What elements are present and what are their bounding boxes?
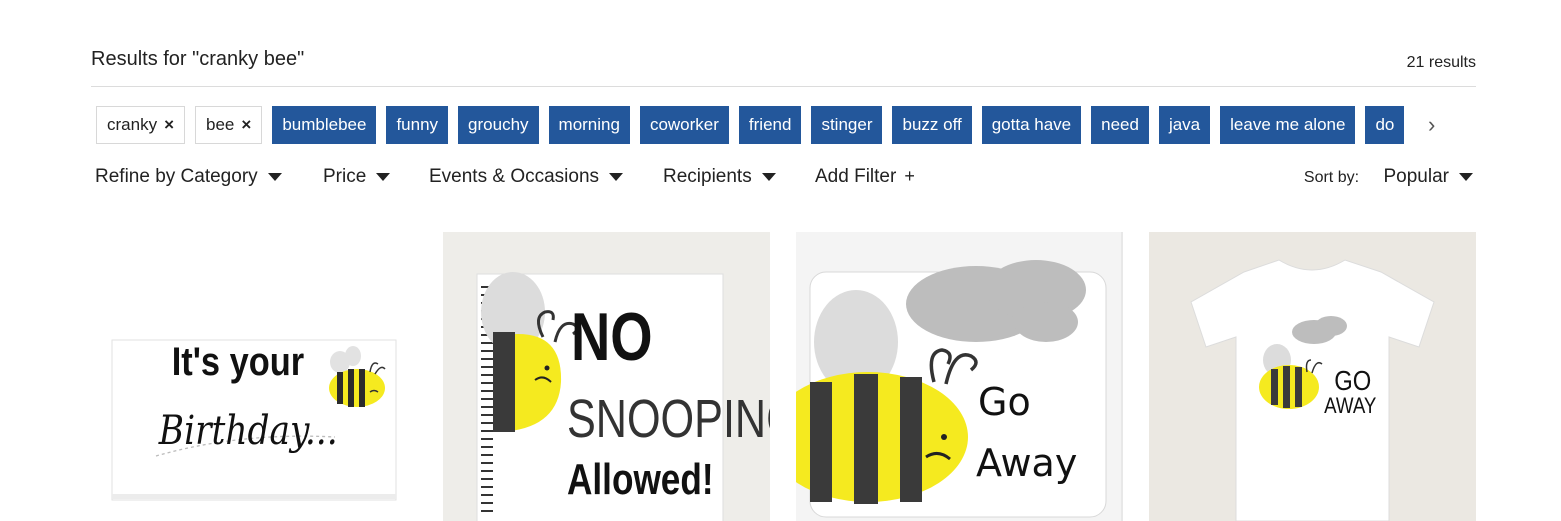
sort-control: Sort by: Popular: [1304, 166, 1473, 188]
product-image: NO SNOOPING Allowed!: [443, 232, 770, 521]
product-card-mousepad[interactable]: Go Away: [796, 232, 1123, 521]
sort-value: Popular: [1383, 166, 1450, 187]
caret-down-icon: [1459, 172, 1473, 181]
chevron-right-icon[interactable]: ›: [1428, 114, 1446, 136]
product-image: It's your Birthday...: [90, 232, 417, 521]
results-title: Results for "cranky bee": [91, 48, 305, 70]
product-image: Go Away: [796, 232, 1123, 521]
filter-label: Price: [323, 166, 367, 187]
results-header: Results for "cranky bee" 21 results: [91, 44, 1476, 87]
results-count: 21 results: [1406, 54, 1476, 71]
product-card-tshirt[interactable]: GO AWAY: [1149, 232, 1476, 521]
caret-down-icon: [376, 172, 391, 181]
price-filter-dropdown[interactable]: Price: [323, 166, 391, 188]
filter-label: Events & Occasions: [429, 166, 600, 187]
suggested-tag[interactable]: need: [1091, 106, 1149, 144]
product-card-notebook[interactable]: NO SNOOPING Allowed!: [443, 232, 770, 521]
suggested-tag[interactable]: bumblebee: [272, 106, 377, 144]
caret-down-icon: [267, 172, 282, 181]
suggested-tag[interactable]: friend: [738, 106, 802, 144]
tag-label: cranky: [107, 115, 158, 134]
mousepad-text-line2: Away: [976, 441, 1077, 485]
filter-label: Add Filter: [815, 166, 897, 187]
notebook-text-line2: SNOOPING: [567, 390, 770, 450]
remove-tag-icon[interactable]: ×: [164, 115, 174, 135]
plus-icon: +: [904, 166, 915, 186]
tshirt-text-line1: GO: [1334, 364, 1371, 396]
suggested-tag[interactable]: do: [1365, 106, 1405, 144]
selected-tag-bee[interactable]: bee ×: [195, 106, 263, 144]
filter-label: Recipients: [663, 166, 752, 187]
card-text-line2: Birthday...: [158, 406, 338, 453]
sort-label: Sort by:: [1303, 169, 1360, 186]
tshirt-text-line2: AWAY: [1324, 395, 1377, 419]
events-filter-dropdown[interactable]: Events & Occasions: [429, 166, 624, 188]
sort-dropdown[interactable]: Popular: [1383, 166, 1473, 187]
suggested-tag[interactable]: morning: [548, 106, 630, 144]
suggested-tag[interactable]: coworker: [639, 106, 729, 144]
tag-bar: cranky × bee × bumblebee funny grouchy morn…: [96, 106, 1450, 146]
suggested-tag[interactable]: leave me alone: [1220, 106, 1356, 144]
caret-down-icon: [761, 172, 776, 181]
suggested-tag[interactable]: stinger: [811, 106, 883, 144]
suggested-tag[interactable]: java: [1158, 106, 1211, 144]
selected-tag-cranky[interactable]: cranky ×: [96, 106, 186, 144]
notebook-text-line3: Allowed!: [567, 455, 714, 504]
card-text-line1: It's your: [172, 339, 304, 384]
filter-label: Refine by Category: [95, 166, 258, 187]
category-filter-dropdown[interactable]: Refine by Category: [95, 166, 282, 188]
remove-tag-icon[interactable]: ×: [241, 115, 251, 135]
notebook-text-line1: NO: [571, 299, 653, 375]
suggested-tag[interactable]: grouchy: [458, 106, 539, 144]
product-card-birthday[interactable]: It's your Birthday...: [90, 232, 417, 521]
suggested-tag[interactable]: buzz off: [892, 106, 972, 144]
caret-down-icon: [609, 172, 624, 181]
product-image: GO AWAY: [1149, 232, 1476, 521]
mousepad-text-line1: Go: [978, 380, 1031, 424]
add-filter-button[interactable]: Add Filter +: [815, 166, 915, 188]
suggested-tag[interactable]: gotta have: [981, 106, 1082, 144]
suggested-tag[interactable]: funny: [386, 106, 449, 144]
tag-label: bee: [206, 115, 235, 134]
recipients-filter-dropdown[interactable]: Recipients: [663, 166, 776, 188]
